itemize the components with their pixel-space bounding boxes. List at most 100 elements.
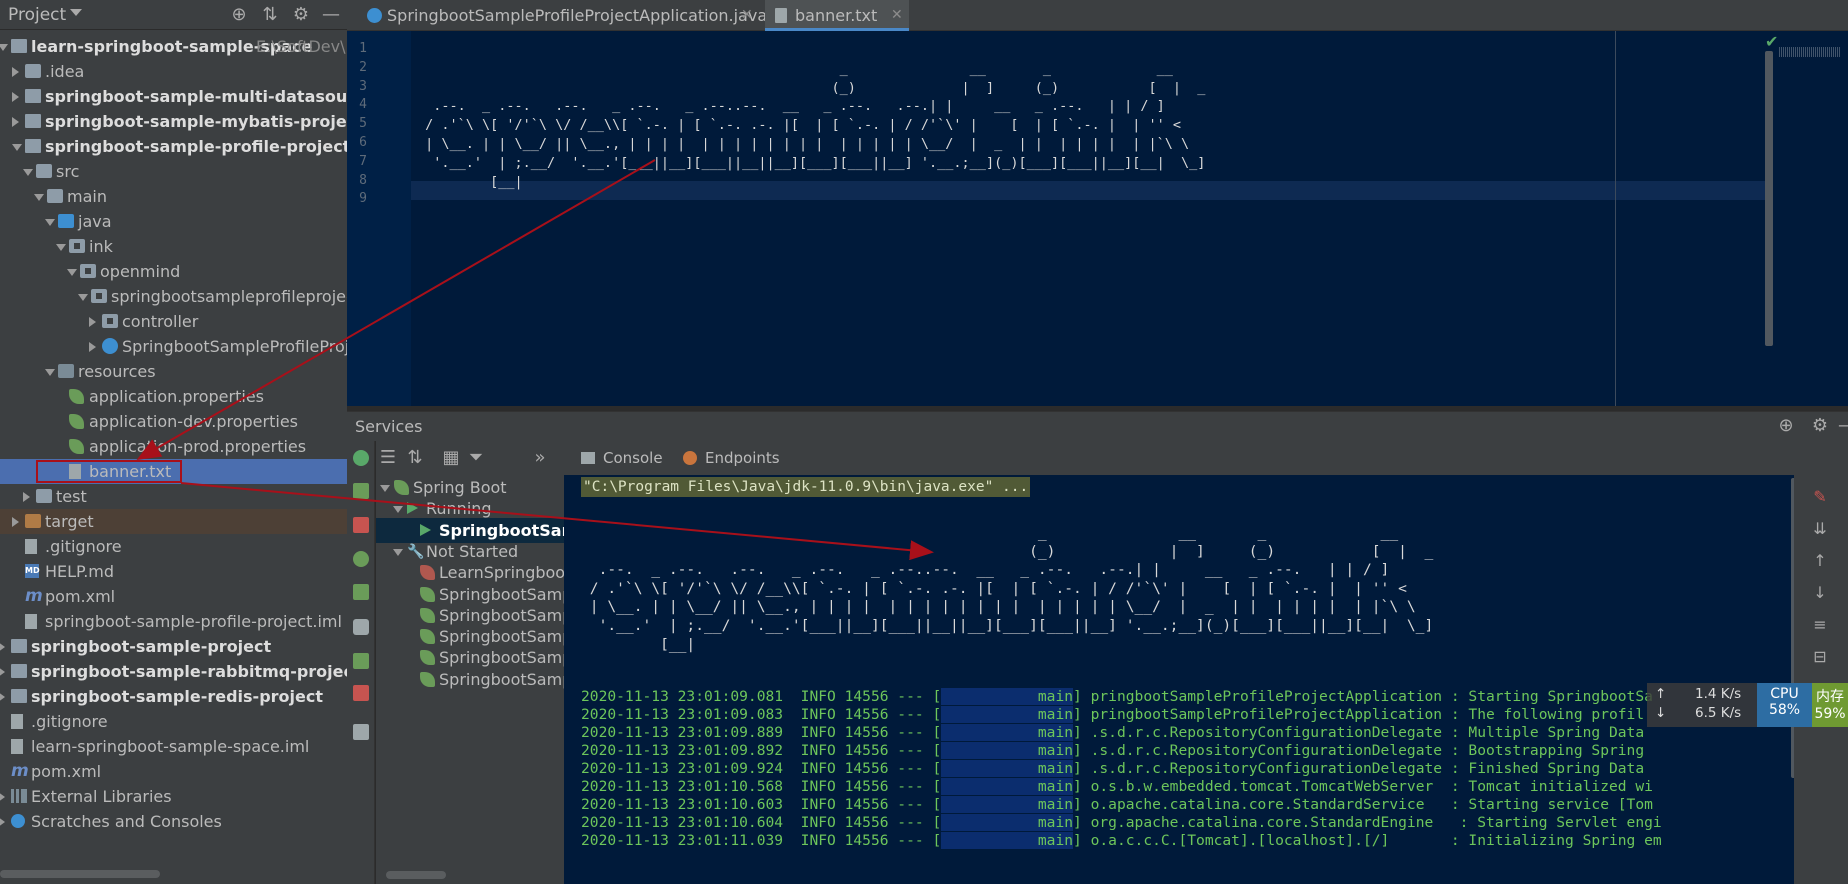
collapsed-arrow-icon[interactable] — [12, 67, 19, 77]
run-icon[interactable] — [353, 551, 369, 567]
locate-icon[interactable]: ⊕ — [1775, 415, 1797, 437]
project-tree-row[interactable]: ink — [0, 234, 347, 259]
project-tree-row[interactable]: application-prod.properties — [0, 434, 347, 459]
console-output[interactable]: "C:\Program Files\Java\jdk-11.0.9\bin\ja… — [564, 475, 1794, 884]
gear-icon[interactable]: ⚙ — [1809, 415, 1831, 437]
project-horizontal-scrollbar[interactable] — [0, 870, 160, 878]
collapsed-arrow-icon[interactable] — [0, 792, 5, 802]
project-tree-row[interactable]: .gitignore — [0, 709, 347, 734]
expanded-arrow-icon[interactable] — [78, 294, 88, 301]
expanded-arrow-icon[interactable] — [393, 548, 403, 556]
layout-icon[interactable] — [353, 724, 369, 740]
collapse-all-icon[interactable]: ⇅ — [404, 447, 426, 469]
stop-icon[interactable] — [353, 517, 369, 533]
more-icon[interactable]: » — [529, 447, 551, 469]
camera-icon[interactable] — [353, 619, 369, 635]
gear-icon[interactable]: ⚙ — [290, 4, 312, 26]
project-tree-row[interactable]: resources — [0, 359, 347, 384]
project-tree-row[interactable]: java — [0, 209, 347, 234]
collapsed-arrow-icon[interactable] — [0, 817, 5, 827]
project-view-title[interactable]: Project — [8, 5, 66, 25]
project-tree-row[interactable]: controller — [0, 309, 347, 334]
tab-endpoints[interactable]: Endpoints — [683, 441, 780, 475]
group-by-icon[interactable]: ▦ — [440, 447, 462, 469]
up-arrow-icon[interactable]: ↑ — [1812, 553, 1828, 569]
project-tree-row[interactable]: springboot-sample-profile-project.iml — [0, 609, 347, 634]
project-tree-row[interactable]: src — [0, 159, 347, 184]
project-tree-row[interactable]: springboot-sample-rabbitmq-project — [0, 659, 347, 684]
project-tree-row[interactable]: learn-springboot-sample-space.iml — [0, 734, 347, 759]
project-tree-row[interactable]: banner.txt — [0, 459, 347, 484]
project-tree-row[interactable]: SpringbootSampleProfileProjectApplicatio… — [0, 334, 347, 359]
scroll-to-end-icon[interactable]: ⇊ — [1812, 521, 1828, 537]
collapse-all-icon[interactable]: ⇅ — [259, 4, 281, 26]
view-dropdown-icon[interactable] — [70, 9, 82, 16]
tab-console[interactable]: Console — [581, 441, 663, 475]
expanded-arrow-icon[interactable] — [45, 219, 55, 226]
project-tree-row[interactable]: main — [0, 184, 347, 209]
collapsed-arrow-icon[interactable] — [12, 92, 19, 102]
project-tree-row[interactable]: springboot-sample-profile-project — [0, 134, 347, 159]
banner-editor[interactable]: 123456789 _ __ _ __ (_) | ] (_) [ | _ .-… — [347, 31, 1848, 406]
project-tree-row[interactable]: test — [0, 484, 347, 509]
collapsed-arrow-icon[interactable] — [89, 342, 96, 352]
project-tree-row[interactable]: springboot-sample-mybatis-project — [0, 109, 347, 134]
project-tree-row[interactable]: External Libraries — [0, 784, 347, 809]
clear-console-icon[interactable]: ✎ — [1812, 489, 1828, 505]
filter-icon[interactable]: ⏷ — [465, 447, 487, 469]
tab-springboot-application-java[interactable]: SpringbootSampleProfileProjectApplicatio… — [357, 0, 767, 31]
expanded-arrow-icon[interactable] — [380, 485, 390, 492]
print-icon[interactable]: ⊟ — [1812, 649, 1828, 665]
collapsed-arrow-icon[interactable] — [23, 492, 30, 502]
hide-icon[interactable]: — — [320, 4, 342, 26]
project-tree-row[interactable]: springboot-sample-redis-project — [0, 684, 347, 709]
project-tree-row[interactable]: springbootsampleprofileproject — [0, 284, 347, 309]
module-icon — [11, 639, 27, 653]
project-tree-row[interactable]: .idea — [0, 59, 347, 84]
editor-vertical-scrollbar[interactable] — [1765, 51, 1773, 346]
project-tree-row[interactable]: MD HELP.md — [0, 559, 347, 584]
exit-icon[interactable] — [353, 685, 369, 701]
project-tree-row[interactable]: Scratches and Consoles — [0, 809, 347, 834]
banner-text-content[interactable]: _ __ _ __ (_) | ] (_) [ | _ .--. _ .--. … — [417, 41, 1205, 210]
bug-icon[interactable] — [353, 653, 369, 669]
expanded-arrow-icon[interactable] — [393, 506, 403, 514]
soft-wrap-icon[interactable]: ≡ — [1812, 617, 1828, 633]
tab-banner-txt[interactable]: banner.txt ✕ — [765, 0, 909, 31]
project-tree-row[interactable]: application.properties — [0, 384, 347, 409]
rerun-icon[interactable] — [353, 450, 369, 466]
project-tree-row[interactable]: m pom.xml — [0, 584, 347, 609]
debug-icon[interactable] — [353, 483, 369, 499]
project-tree-row[interactable]: openmind — [0, 259, 347, 284]
project-tree-row[interactable]: springboot-sample-project — [0, 634, 347, 659]
expanded-arrow-icon[interactable] — [0, 44, 8, 51]
services-horizontal-scrollbar[interactable] — [386, 871, 446, 879]
project-tree-row[interactable]: application-dev.properties — [0, 409, 347, 434]
expand-all-icon[interactable]: ☰ — [377, 447, 399, 469]
debug-icon[interactable] — [353, 584, 369, 600]
expanded-arrow-icon[interactable] — [12, 144, 22, 151]
collapsed-arrow-icon[interactable] — [12, 517, 19, 527]
project-tree-row[interactable]: springboot-sample-multi-datasource-proje… — [0, 84, 347, 109]
close-icon[interactable]: ✕ — [741, 0, 753, 31]
project-tree-row[interactable]: m pom.xml — [0, 759, 347, 784]
collapsed-arrow-icon[interactable] — [89, 317, 96, 327]
services-tree-row[interactable]: SpringbootSamp — [376, 667, 564, 692]
collapsed-arrow-icon[interactable] — [0, 667, 5, 677]
locate-icon[interactable]: ⊕ — [228, 4, 250, 26]
hide-icon[interactable]: — — [1836, 415, 1848, 437]
down-arrow-icon[interactable]: ↓ — [1812, 585, 1828, 601]
expanded-arrow-icon[interactable] — [67, 269, 77, 276]
project-tree-row[interactable]: target — [0, 509, 347, 534]
inspection-ok-icon[interactable]: ✔ — [1765, 32, 1778, 51]
expanded-arrow-icon[interactable] — [56, 244, 66, 251]
close-icon[interactable]: ✕ — [891, 0, 903, 31]
collapsed-arrow-icon[interactable] — [0, 692, 5, 702]
collapsed-arrow-icon[interactable] — [12, 117, 19, 127]
expanded-arrow-icon[interactable] — [23, 169, 33, 176]
project-tree-row[interactable]: .gitignore — [0, 534, 347, 559]
expanded-arrow-icon[interactable] — [34, 194, 44, 201]
collapsed-arrow-icon[interactable] — [0, 642, 5, 652]
project-tree-row[interactable]: learn-springboot-sample-space E:\SoftDev\ — [0, 34, 347, 59]
expanded-arrow-icon[interactable] — [45, 369, 55, 376]
